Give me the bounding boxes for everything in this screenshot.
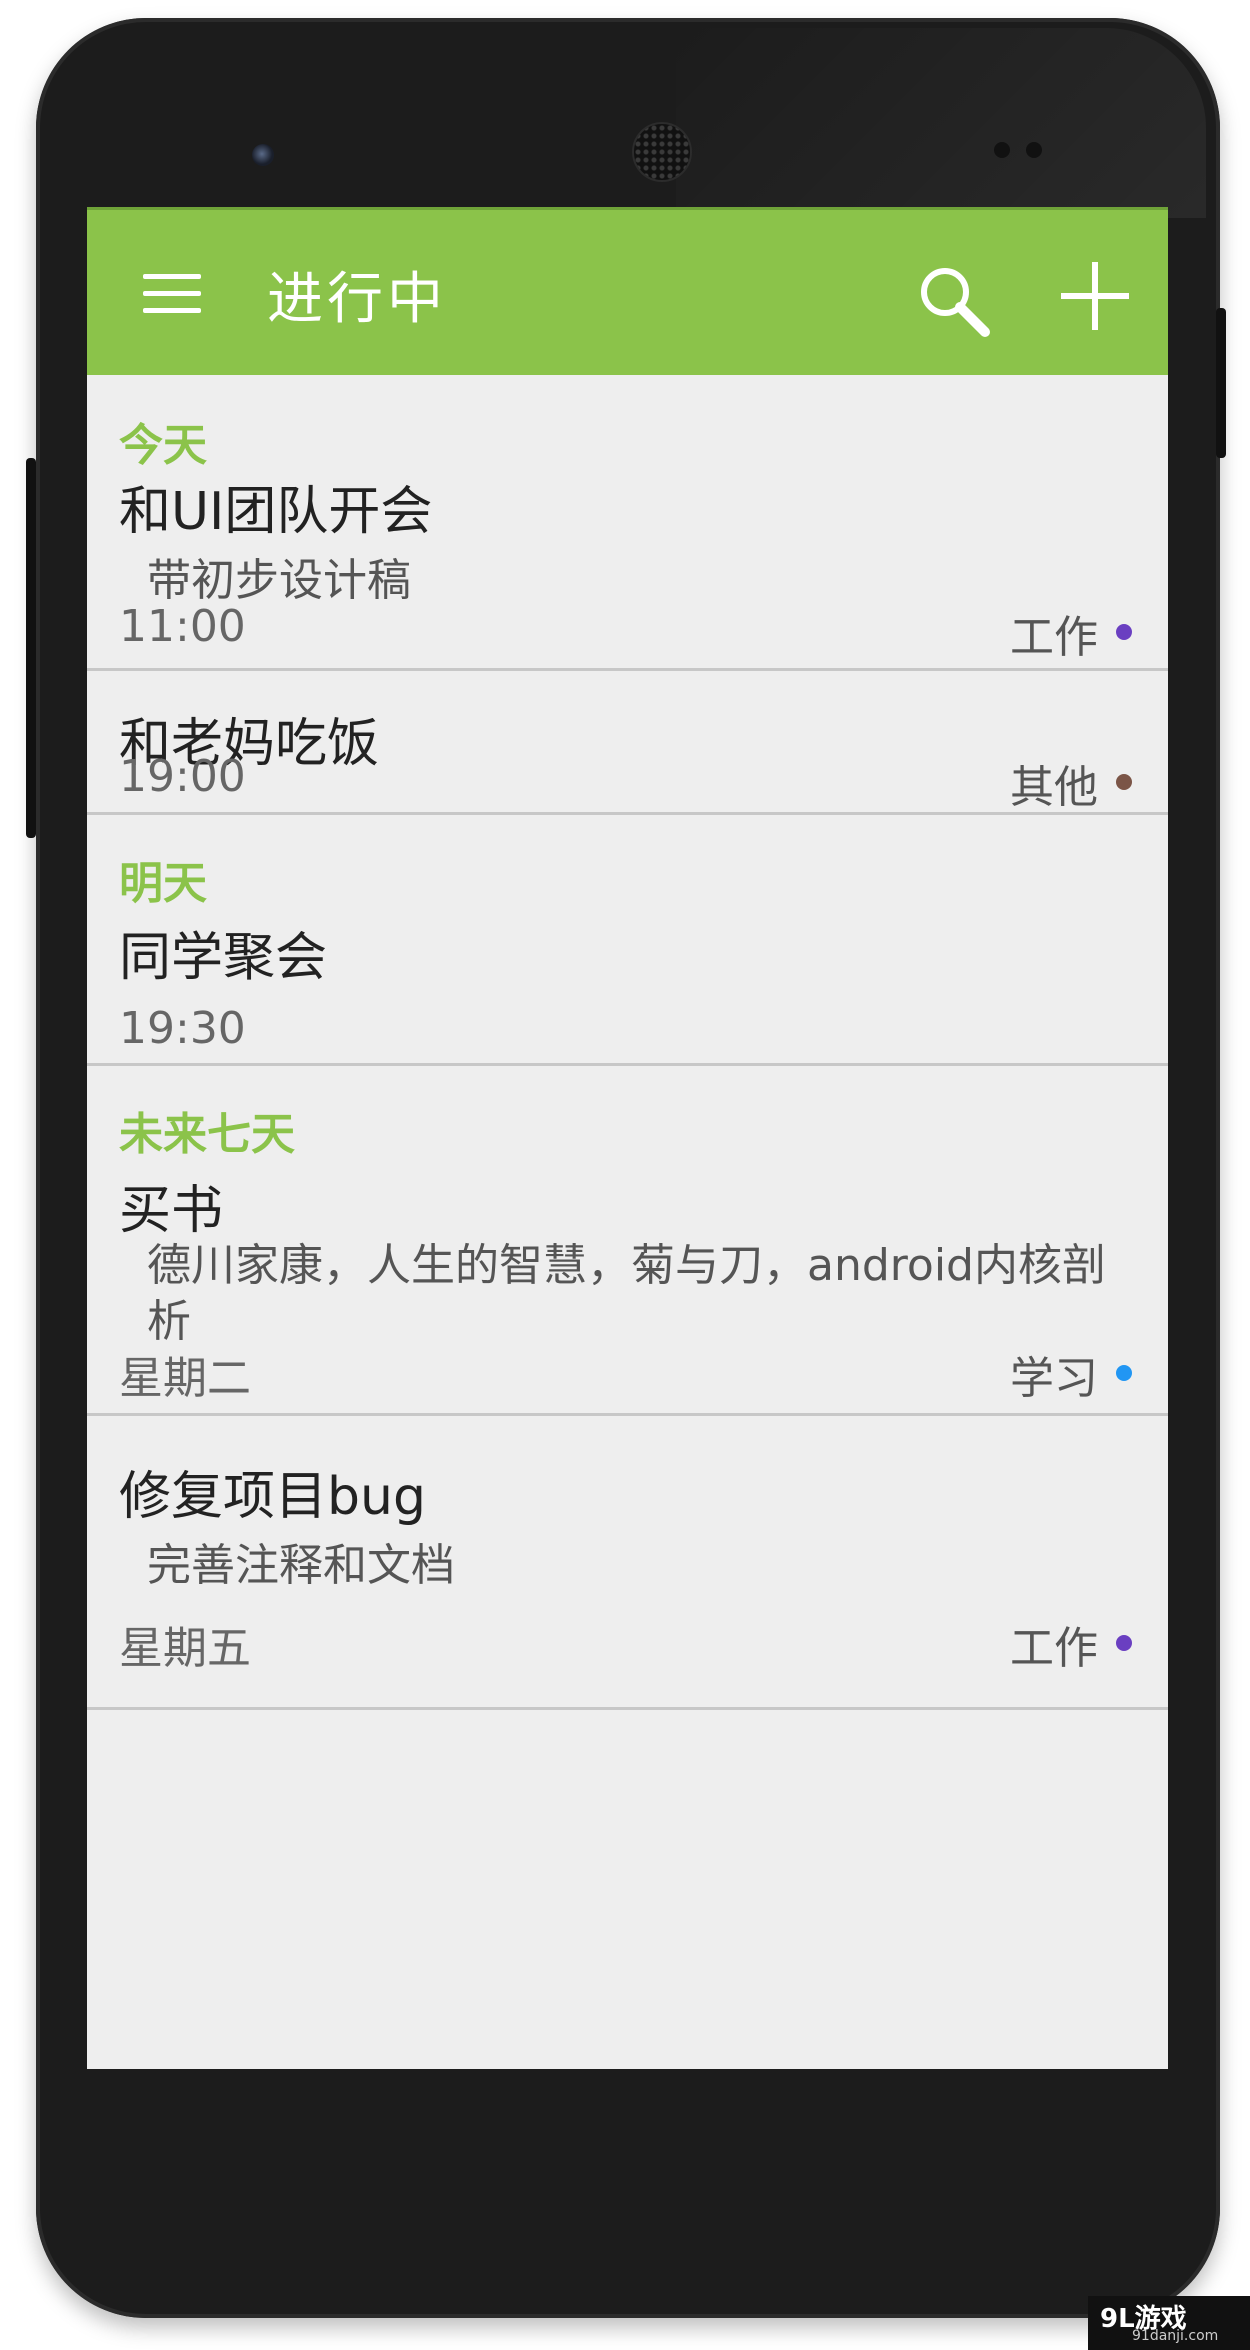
task-category: 工作	[1010, 1623, 1098, 1674]
site-watermark: 9L游戏 91danji.com	[1088, 2296, 1250, 2350]
menu-icon[interactable]	[143, 272, 201, 316]
add-icon[interactable]	[1057, 258, 1133, 334]
task-title: 和UI团队开会	[119, 482, 433, 542]
light-sensor	[1026, 142, 1042, 158]
category-dot-icon	[1116, 774, 1132, 790]
task-time: 星期二	[119, 1353, 251, 1404]
task-note: 带初步设计稿	[147, 555, 411, 606]
category-dot-icon	[1116, 1635, 1132, 1651]
task-item[interactable]: 买书 德川家康，人生的智慧，菊与刀，android内核剖析 星期二 学习	[87, 1158, 1168, 1416]
action-bar: 进行中	[87, 207, 1168, 375]
section-header-next-seven-days: 未来七天	[119, 1109, 295, 1160]
task-list: 今天 和UI团队开会 带初步设计稿 11:00 工作 和老妈吃饭 19:00 其…	[87, 375, 1168, 1710]
search-icon[interactable]	[915, 262, 993, 340]
task-item[interactable]: 和老妈吃饭 19:00 其他	[87, 671, 1168, 815]
watermark-url: 91danji.com	[1132, 2328, 1219, 2344]
task-time: 19:30	[119, 1003, 246, 1054]
task-category: 工作	[1010, 612, 1098, 663]
task-title: 修复项目bug	[119, 1467, 426, 1527]
earpiece-speaker	[632, 122, 692, 182]
task-item[interactable]: 和UI团队开会 带初步设计稿 11:00 工作	[87, 469, 1168, 671]
task-category: 其他	[1010, 762, 1098, 813]
category-dot-icon	[1116, 624, 1132, 640]
phone-sheen	[676, 28, 1206, 218]
proximity-sensor	[994, 142, 1010, 158]
section-header-tomorrow: 明天	[119, 858, 207, 909]
power-button	[1216, 308, 1226, 458]
task-title: 买书	[119, 1181, 224, 1241]
task-category: 学习	[1010, 1353, 1098, 1404]
task-time: 19:00	[119, 751, 246, 802]
task-item[interactable]: 修复项目bug 完善注释和文档 星期五 工作	[87, 1416, 1168, 1710]
task-note: 德川家康，人生的智慧，菊与刀，android内核剖析	[147, 1240, 1106, 1347]
front-camera	[252, 144, 274, 166]
task-note: 完善注释和文档	[147, 1540, 455, 1591]
app-screen: 进行中 今天 和UI团队开会 带初步设计稿 11:00 工作 和老妈吃饭 19:…	[87, 207, 1168, 2069]
section-header-today: 今天	[119, 420, 207, 471]
page-title: 进行中	[267, 267, 447, 332]
task-time: 星期五	[119, 1623, 251, 1674]
volume-button	[26, 458, 36, 838]
task-item[interactable]: 同学聚会 19:30	[87, 907, 1168, 1066]
category-dot-icon	[1116, 1365, 1132, 1381]
task-time: 11:00	[119, 601, 246, 652]
task-title: 同学聚会	[119, 928, 328, 988]
